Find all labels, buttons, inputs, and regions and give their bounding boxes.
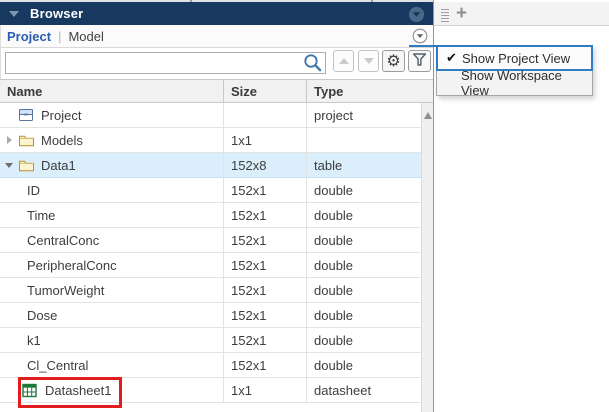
arrow-down-icon <box>363 58 374 64</box>
panel-menu-icon[interactable] <box>408 6 425 26</box>
find-previous-button[interactable] <box>333 50 354 72</box>
column-header-name[interactable]: Name <box>0 80 224 102</box>
row-label: k1 <box>27 332 41 348</box>
table-header-row: Name Size Type <box>0 79 433 103</box>
row-size: 152x1 <box>224 353 307 377</box>
row-size: 152x1 <box>224 228 307 252</box>
view-options-dropdown-icon[interactable] <box>412 28 428 44</box>
table-row-peripheralconc[interactable]: PeripheralConc 152x1 double <box>0 253 421 278</box>
row-type: double <box>314 207 354 223</box>
browser-tab-bar: Project | Model <box>0 25 433 48</box>
add-tab-icon[interactable]: + <box>456 2 467 26</box>
row-type: double <box>314 282 354 298</box>
row-size: 1x1 <box>224 378 307 402</box>
table-row-centralconc[interactable]: CentralConc 152x1 double <box>0 228 421 253</box>
filter-button[interactable] <box>408 50 431 72</box>
table-row-cl-central[interactable]: Cl_Central 152x1 double <box>0 353 421 378</box>
table-row-models[interactable]: Models 1x1 <box>0 128 421 153</box>
tab-project[interactable]: Project <box>7 29 51 44</box>
folder-icon <box>18 158 35 173</box>
view-options-menu: ✔ Show Project View Show Workspace View <box>436 45 593 98</box>
row-type: double <box>314 182 354 198</box>
panel-title: Browser <box>30 6 84 21</box>
expand-collapsed-icon[interactable] <box>0 136 18 144</box>
funnel-icon <box>411 51 428 71</box>
table-row-id[interactable]: ID 152x1 double <box>0 178 421 203</box>
table-row-dose[interactable]: Dose 152x1 double <box>0 303 421 328</box>
gear-icon: ⚙ <box>386 51 401 70</box>
row-type: table <box>314 157 343 173</box>
row-size: 152x1 <box>224 303 307 327</box>
search-toolbar: ⚙ <box>0 48 433 79</box>
find-next-button[interactable] <box>358 50 379 72</box>
table-row-time[interactable]: Time 152x1 double <box>0 203 421 228</box>
vertical-scrollbar[interactable] <box>421 103 433 412</box>
row-label: Project <box>41 107 82 123</box>
right-panel-tab-bar: + <box>434 2 609 26</box>
row-type <box>307 128 421 152</box>
datasheet-icon <box>22 383 39 398</box>
menu-item-label: Show Project View <box>462 50 571 66</box>
tab-separator: | <box>58 28 62 44</box>
menu-item-show-workspace-view[interactable]: Show Workspace View <box>436 68 593 98</box>
browser-tree-table: Project project Models 1x1 Data1 152x8 t… <box>0 103 421 403</box>
scroll-up-icon[interactable] <box>424 112 432 119</box>
table-row-datasheet1[interactable]: Datasheet1 1x1 datasheet <box>0 378 421 403</box>
grip-handle-icon[interactable] <box>441 9 449 22</box>
column-header-type[interactable]: Type <box>307 80 421 102</box>
project-box-icon <box>18 107 35 123</box>
row-label: Cl_Central <box>27 357 89 373</box>
column-header-filler <box>421 80 433 102</box>
row-type: double <box>314 307 354 323</box>
row-label: Time <box>27 207 56 223</box>
row-size: 152x1 <box>224 278 307 302</box>
row-size: 152x1 <box>224 328 307 352</box>
tab-model[interactable]: Model <box>68 29 103 44</box>
row-size: 152x1 <box>224 178 307 202</box>
panel-collapse-icon[interactable] <box>9 10 19 17</box>
table-row-data1-selected[interactable]: Data1 152x8 table <box>0 153 421 178</box>
folder-icon <box>18 133 35 148</box>
row-type: double <box>314 232 354 248</box>
row-label: Datasheet1 <box>45 382 112 398</box>
row-size: 152x8 <box>224 153 307 177</box>
row-size: 1x1 <box>224 128 307 152</box>
column-header-size[interactable]: Size <box>224 80 307 102</box>
expand-expanded-icon[interactable] <box>0 163 18 168</box>
row-label: Models <box>41 132 83 148</box>
check-icon: ✔ <box>446 50 457 66</box>
table-row-k1[interactable]: k1 152x1 double <box>0 328 421 353</box>
row-type: double <box>314 357 354 373</box>
row-type: project <box>314 107 354 123</box>
row-label: CentralConc <box>27 232 100 248</box>
table-row-tumorweight[interactable]: TumorWeight 152x1 double <box>0 278 421 303</box>
row-label: TumorWeight <box>27 282 105 298</box>
row-size <box>224 103 307 127</box>
row-label: ID <box>27 182 40 198</box>
browser-panel-header: Browser <box>0 2 433 25</box>
row-type: datasheet <box>314 382 372 398</box>
row-size: 152x1 <box>224 253 307 277</box>
settings-button[interactable]: ⚙ <box>382 50 405 72</box>
row-label: PeripheralConc <box>27 257 117 273</box>
table-row-project[interactable]: Project project <box>0 103 421 128</box>
app-window: Browser Project | Model ⚙ Name Size Type… <box>0 0 609 412</box>
menu-item-label: Show Workspace View <box>461 68 562 98</box>
row-type: double <box>314 257 354 273</box>
search-input[interactable] <box>5 52 326 74</box>
row-label: Dose <box>27 307 58 323</box>
menu-connector-line <box>409 45 436 47</box>
row-type: double <box>314 332 354 348</box>
arrow-up-icon <box>338 58 349 64</box>
row-label: Data1 <box>41 157 76 173</box>
row-size: 152x1 <box>224 203 307 227</box>
